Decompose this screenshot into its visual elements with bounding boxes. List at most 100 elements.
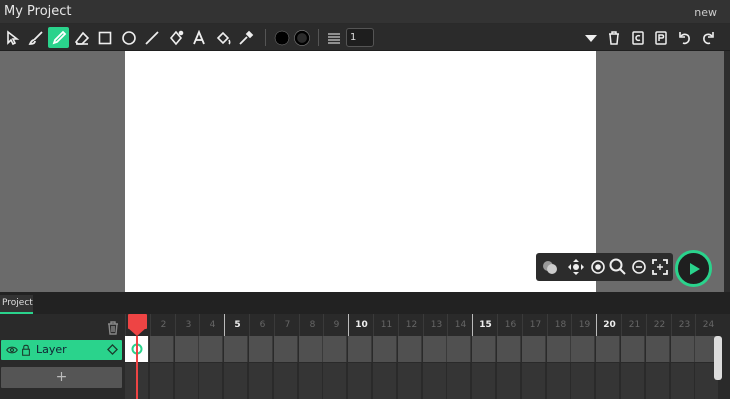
frame-number[interactable]: 13 — [424, 320, 449, 330]
frames-grid[interactable]: 2 3 4 5 6 7 8 9 10 11 12 13 14 15 16 17 18 19 20 21 22 23 24 — [125, 314, 723, 399]
timeline-tabbar: Project — [0, 292, 730, 314]
stage-scrollbar[interactable] — [724, 51, 730, 292]
layer-name[interactable]: Layer — [36, 343, 67, 356]
toolbar-separator — [318, 29, 319, 46]
frame-number[interactable]: 24 — [696, 320, 721, 330]
keyframe-diamond-icon[interactable] — [107, 344, 118, 355]
frame-cell[interactable] — [398, 336, 422, 362]
frame-number[interactable]: 4 — [200, 320, 225, 330]
frame-cell[interactable] — [175, 336, 199, 362]
frame-number[interactable]: 16 — [498, 320, 523, 330]
timeline-scrollbar-thumb[interactable] — [714, 336, 722, 380]
zoom-reset-icon[interactable] — [588, 257, 608, 277]
add-layer-button[interactable]: + — [1, 367, 122, 388]
empty-frame-cell — [596, 363, 620, 399]
zoom-out-icon[interactable] — [629, 257, 649, 277]
frame-number[interactable]: 12 — [399, 320, 424, 330]
frame-number[interactable]: 22 — [647, 320, 672, 330]
frame-cell[interactable] — [447, 336, 471, 362]
frame-cell[interactable] — [150, 336, 174, 362]
frame-number[interactable]: 21 — [622, 320, 647, 330]
frame-number[interactable]: 19 — [572, 320, 597, 330]
stroke-width-input[interactable]: 1 — [346, 28, 374, 47]
project-title[interactable]: My Project — [4, 4, 72, 19]
copy-icon[interactable] — [627, 27, 648, 48]
playhead-handle[interactable] — [128, 314, 147, 329]
frame-cell[interactable] — [497, 336, 521, 362]
eraser-icon[interactable] — [71, 27, 92, 48]
play-button[interactable] — [675, 250, 712, 287]
rectangle-icon[interactable] — [94, 27, 115, 48]
dropdown-icon[interactable] — [580, 27, 601, 48]
empty-frame-cell — [398, 363, 422, 399]
frame-cell[interactable] — [596, 336, 620, 362]
empty-frame-cell — [571, 363, 595, 399]
frame-number[interactable]: 11 — [374, 320, 399, 330]
fullscreen-icon[interactable] — [650, 257, 670, 277]
frame-number[interactable]: 8 — [300, 320, 325, 330]
fill-bucket-icon[interactable] — [212, 27, 233, 48]
lock-icon[interactable] — [21, 344, 31, 356]
paste-icon[interactable] — [650, 27, 671, 48]
frame-number[interactable]: 5 — [225, 320, 250, 330]
empty-frame-cell — [497, 363, 521, 399]
layer-row[interactable]: Layer — [1, 340, 122, 360]
line-icon[interactable] — [141, 27, 162, 48]
stroke-color-swatch[interactable] — [291, 27, 312, 48]
title-bar: My Project new — [0, 0, 730, 24]
stroke-width-icon — [323, 27, 344, 48]
frame-cell[interactable] — [571, 336, 595, 362]
frame-number[interactable]: 20 — [597, 320, 622, 330]
eyedropper-icon[interactable] — [235, 27, 256, 48]
frame-number[interactable]: 3 — [176, 320, 201, 330]
brush-icon[interactable] — [25, 27, 46, 48]
frame-cell[interactable] — [224, 336, 248, 362]
empty-frame-cell — [224, 363, 248, 399]
frame-cell[interactable] — [423, 336, 447, 362]
ellipse-icon[interactable] — [118, 27, 139, 48]
frame-cell[interactable] — [646, 336, 670, 362]
frame-number[interactable]: 6 — [250, 320, 275, 330]
frame-number[interactable]: 9 — [324, 320, 349, 330]
frame-number[interactable]: 14 — [448, 320, 473, 330]
frame-number[interactable]: 2 — [151, 320, 176, 330]
frame-number[interactable]: 17 — [523, 320, 548, 330]
frame-cell[interactable] — [199, 336, 223, 362]
empty-frame-cell — [175, 363, 199, 399]
frame-cell[interactable] — [547, 336, 571, 362]
trash-icon[interactable] — [603, 27, 624, 48]
frame-cell[interactable] — [323, 336, 347, 362]
frame-cell[interactable] — [299, 336, 323, 362]
frame-cell[interactable] — [621, 336, 645, 362]
pencil-icon[interactable] — [48, 27, 69, 48]
redo-icon[interactable] — [697, 27, 718, 48]
frame-cell[interactable] — [373, 336, 397, 362]
frame-cell[interactable] — [472, 336, 496, 362]
canvas-stage[interactable] — [125, 51, 596, 292]
frame-cell[interactable] — [274, 336, 298, 362]
empty-frame-cell — [299, 363, 323, 399]
text-icon[interactable] — [188, 27, 209, 48]
frame-cell[interactable] — [249, 336, 273, 362]
frame-number[interactable]: 23 — [672, 320, 697, 330]
cursor-icon[interactable] — [2, 27, 23, 48]
delete-layer-icon[interactable] — [105, 320, 121, 336]
toolbar-separator — [265, 29, 266, 46]
path-icon[interactable] — [165, 27, 186, 48]
pan-icon[interactable] — [566, 257, 586, 277]
frame-cell[interactable] — [348, 336, 372, 362]
onion-skin-icon[interactable] — [540, 257, 560, 277]
undo-icon[interactable] — [674, 27, 695, 48]
new-project-link[interactable]: new — [694, 6, 717, 19]
tab-project[interactable]: Project — [0, 295, 33, 314]
empty-frame-cell — [671, 363, 695, 399]
frame-number[interactable]: 10 — [349, 320, 374, 330]
frame-number[interactable]: 15 — [473, 320, 498, 330]
frame-cell[interactable] — [671, 336, 695, 362]
frame-cell[interactable] — [522, 336, 546, 362]
fill-color-swatch[interactable] — [271, 27, 292, 48]
frame-number[interactable]: 18 — [548, 320, 573, 330]
zoom-in-icon[interactable] — [608, 257, 628, 277]
frame-number[interactable]: 7 — [275, 320, 300, 330]
visibility-eye-icon[interactable] — [6, 344, 18, 356]
